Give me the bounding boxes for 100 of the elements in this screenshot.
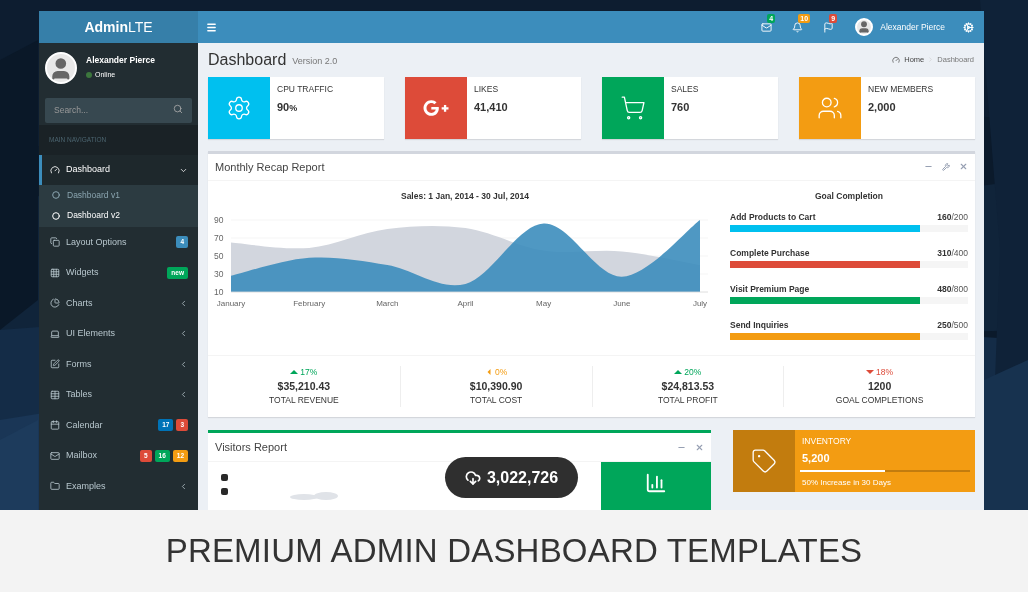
goal-value: 160/200 — [937, 210, 968, 224]
axis-label: January — [216, 298, 246, 308]
circle-icon — [52, 211, 60, 220]
nav-item[interactable]: Forms — [39, 349, 198, 380]
axis-label: 70 — [214, 232, 224, 243]
axis-label: 90 — [214, 214, 224, 225]
stat-change: 18% — [876, 365, 894, 379]
nav-item[interactable]: Examples — [39, 471, 198, 502]
axis-label: July — [692, 298, 708, 308]
goal-label: Complete Purchase — [730, 246, 810, 260]
laptop-icon — [50, 328, 60, 339]
info-box-value: 2,000 — [868, 99, 897, 115]
close-icon[interactable] — [959, 162, 968, 172]
chevron-left-icon — [179, 390, 188, 400]
axis-label: 10 — [214, 286, 224, 297]
wrench-icon[interactable] — [942, 162, 950, 171]
mail-icon — [50, 450, 60, 461]
submenu-item[interactable]: Dashboard v2 — [39, 205, 198, 226]
zoom-in-button[interactable] — [221, 474, 228, 481]
nav-item[interactable]: Dashboard — [39, 155, 198, 185]
calendar-icon — [50, 420, 60, 431]
stat-label: TOTAL COST — [470, 394, 523, 407]
bell-icon — [792, 21, 804, 33]
axis-label: 50 — [214, 250, 224, 261]
settings-icon[interactable] — [963, 21, 974, 33]
axis-label: June — [613, 298, 631, 308]
nav-item[interactable]: Charts — [39, 288, 198, 319]
grid-icon — [50, 267, 60, 278]
goal-value: 310/400 — [937, 246, 968, 260]
cloud-download-icon — [464, 469, 481, 486]
chevron-left-icon — [179, 298, 188, 308]
card-title: Monthly Recap Report — [215, 159, 325, 175]
info-box-value: 90% — [277, 99, 299, 115]
info-box-label: LIKES — [474, 82, 500, 96]
inventory-label: INVENTORY — [802, 435, 853, 448]
edit-icon — [50, 359, 60, 370]
caret-up-icon — [290, 369, 299, 376]
stat-change: 17% — [300, 365, 318, 379]
stat-value: $35,210.43 — [277, 378, 331, 394]
caret-up-icon — [674, 369, 683, 376]
folder-icon — [50, 481, 60, 492]
bar-chart-icon — [645, 472, 667, 494]
stat-value: $10,390.90 — [469, 378, 523, 394]
info-box-value: 41,410 — [474, 99, 508, 115]
pie-chart-icon — [50, 298, 60, 309]
info-box-value: 760 — [671, 99, 691, 115]
caret-down-icon — [866, 369, 875, 376]
info-box-label: CPU TRAFFIC — [277, 82, 334, 96]
dashboard-icon — [892, 55, 901, 64]
submenu-item[interactable]: Dashboard v1 — [39, 185, 198, 206]
table-icon — [50, 389, 60, 400]
stat-label: GOAL COMPLETIONS — [835, 394, 924, 407]
goal-value: 480/800 — [937, 282, 968, 296]
goal-label: Visit Premium Page — [730, 282, 810, 296]
logo[interactable]: AdminLTE — [39, 11, 198, 43]
stat-change: 0% — [494, 365, 508, 379]
download-count: 3,022,726 — [445, 457, 578, 498]
goal-label: Send Inquiries — [730, 318, 789, 332]
axis-label: February — [293, 298, 326, 308]
flag-icon — [823, 21, 835, 33]
copy-icon — [50, 237, 60, 248]
inventory-description: 50% Increase in 30 Days — [802, 477, 892, 490]
goal-label: Add Products to Cart — [730, 210, 816, 224]
info-box-label: NEW MEMBERS — [868, 82, 934, 96]
tag-icon — [751, 448, 777, 474]
axis-label: 30 — [214, 268, 224, 279]
card-title: Visitors Report — [215, 439, 287, 455]
map-drawing — [290, 492, 340, 500]
avatar — [45, 51, 77, 84]
mail-icon — [761, 21, 773, 33]
stat-change: 20% — [684, 365, 702, 379]
stat-label: TOTAL REVENUE — [269, 394, 339, 407]
stat-value: 1200 — [867, 378, 892, 394]
zoom-out-button[interactable] — [221, 488, 228, 495]
chevron-left-icon — [179, 329, 188, 339]
close-icon[interactable] — [695, 442, 704, 452]
page-subtitle: Version 2.0 — [292, 55, 338, 69]
stat-value: $24,813.53 — [661, 378, 715, 394]
headline: PREMIUM ADMIN DASHBOARD TEMPLATES — [165, 531, 863, 572]
chevron-left-icon — [179, 481, 188, 491]
goals-title: Goal Completion — [814, 189, 884, 203]
dashboard-icon — [50, 165, 60, 175]
stat-label: TOTAL PROFIT — [657, 394, 718, 407]
settings-icon — [226, 94, 252, 121]
cart-icon — [620, 94, 646, 121]
info-box-label: SALES — [671, 82, 699, 96]
page-title: Dashboard — [208, 49, 287, 70]
axis-label: March — [376, 298, 399, 308]
goal-value: 250/500 — [937, 318, 968, 332]
avatar — [855, 18, 874, 36]
nav-item[interactable]: UI Elements — [39, 318, 198, 349]
inventory-value: 5,200 — [802, 450, 831, 466]
axis-label: April — [457, 298, 474, 308]
user-name: Alexander Pierce — [86, 54, 155, 68]
axis-label: May — [536, 298, 552, 308]
search-icon[interactable] — [173, 103, 183, 114]
search-field[interactable]: Search... — [45, 97, 192, 123]
menu-icon[interactable] — [206, 21, 217, 33]
nav-item[interactable]: Tables — [39, 379, 198, 410]
user-menu[interactable]: Alexander Pierce — [880, 20, 945, 34]
